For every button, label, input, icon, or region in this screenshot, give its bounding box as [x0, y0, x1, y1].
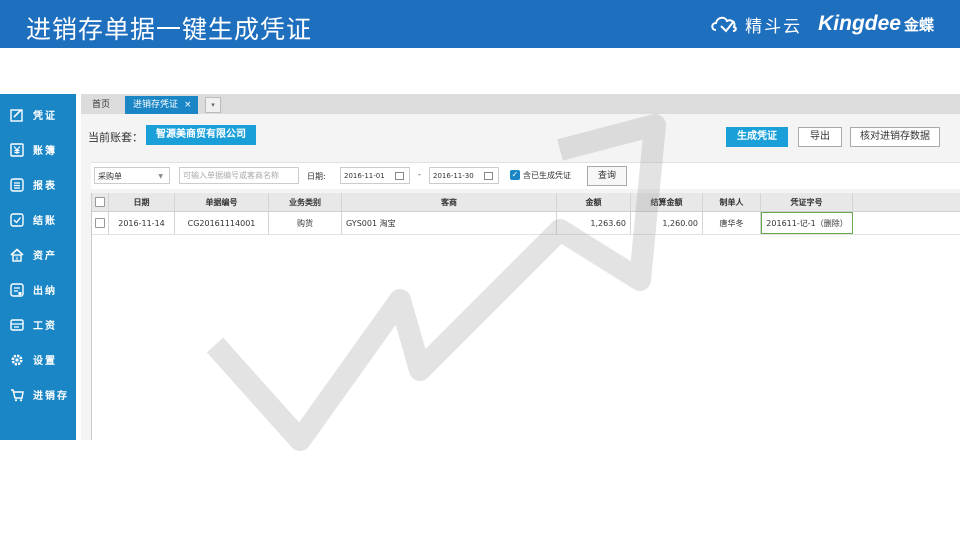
sidebar-item-cashier[interactable]: 出纳	[0, 272, 76, 307]
app-window: 凭证 账簿 报表 结账 ¥ 资产 出纳 工资 设置 进销存 首页 进销存凭证 ×…	[0, 94, 960, 440]
cell-settled: 1,260.00	[631, 212, 703, 234]
date-from-value: 2016-11-01	[344, 172, 385, 180]
table-header: 日期 单据编号 业务类别 客商 金额 结算金额 制单人 凭证字号	[92, 193, 960, 212]
brand-area: 精斗云 Kingdee 金蝶	[709, 12, 934, 37]
include-generated-label: 含已生成凭证	[523, 171, 571, 180]
column-header[interactable]: 单据编号	[175, 193, 269, 211]
yuan-ledger-icon	[10, 142, 24, 157]
sidebar-item-inventory[interactable]: 进销存	[0, 377, 76, 412]
export-button[interactable]: 导出	[798, 127, 842, 147]
sidebar-item-asset[interactable]: ¥ 资产	[0, 237, 76, 272]
sidebar-item-label: 账簿	[33, 146, 57, 157]
column-header[interactable]: 日期	[109, 193, 175, 211]
asset-house-icon: ¥	[10, 247, 24, 262]
doc-type-select[interactable]: 采购单 ▼	[94, 167, 170, 184]
sidebar-item-report[interactable]: 报表	[0, 167, 76, 202]
date-from-field[interactable]: 2016-11-01	[340, 167, 410, 184]
cell-partner: GYS001 淘宝	[342, 212, 557, 234]
data-grid: 日期 单据编号 业务类别 客商 金额 结算金额 制单人 凭证字号 2016-11…	[91, 193, 960, 440]
main-panel: 首页 进销存凭证 × ▾ 当前账套： 智源美商贸有限公司 生成凭证 导出 核对进销…	[81, 94, 960, 440]
sidebar-item-label: 设置	[33, 356, 57, 367]
slide-title: 进销存单据一键生成凭证	[26, 15, 313, 44]
cell-date: 2016-11-14	[109, 212, 175, 234]
calendar-icon[interactable]	[395, 172, 404, 180]
row-checkbox[interactable]	[95, 218, 105, 228]
report-list-icon	[10, 177, 24, 192]
inventory-cart-icon	[10, 388, 24, 402]
cell-doc-no[interactable]: CG20161114001	[175, 212, 269, 234]
column-header[interactable]: 客商	[342, 193, 557, 211]
sidebar: 凭证 账簿 报表 结账 ¥ 资产 出纳 工资 设置 进销存	[0, 94, 76, 440]
date-range-dash: -	[418, 170, 421, 179]
sidebar-item-label: 凭证	[33, 111, 57, 122]
sidebar-item-label: 资产	[33, 251, 57, 262]
select-all-checkbox[interactable]	[95, 197, 105, 207]
sidebar-item-voucher[interactable]: 凭证	[0, 97, 76, 132]
account-label: 当前账套：	[88, 131, 143, 144]
sidebar-item-label: 进销存	[33, 391, 69, 402]
calendar-icon[interactable]	[484, 172, 493, 180]
date-label: 日期:	[307, 172, 326, 181]
sidebar-item-salary[interactable]: 工资	[0, 307, 76, 342]
date-to-value: 2016-11-30	[433, 172, 474, 180]
doc-type-value: 采购单	[98, 172, 122, 181]
cell-voucher-link[interactable]: 201611-记-1（删除）	[761, 212, 853, 234]
svg-text:¥: ¥	[15, 256, 18, 262]
cell-maker: 唐华冬	[703, 212, 761, 234]
sidebar-item-checkout[interactable]: 结账	[0, 202, 76, 237]
generate-voucher-button[interactable]: 生成凭证	[726, 127, 788, 147]
select-all-cell	[92, 193, 109, 211]
sidebar-item-label: 工资	[33, 321, 57, 332]
tab-label: 进销存凭证	[133, 100, 179, 110]
sidebar-item-label: 出纳	[33, 286, 57, 297]
account-name-badge[interactable]: 智源美商贸有限公司	[146, 125, 256, 145]
slide-banner: 进销存单据一键生成凭证 精斗云 Kingdee 金蝶	[0, 0, 960, 48]
brand-name: 精斗云	[745, 16, 803, 37]
filter-bar: 采购单 ▼ 日期: 2016-11-01 - 2016-11-30 ✓ 含已生成…	[91, 162, 960, 189]
close-icon[interactable]: ×	[184, 100, 192, 110]
sidebar-item-ledger[interactable]: 账簿	[0, 132, 76, 167]
column-header[interactable]: 结算金额	[631, 193, 703, 211]
column-header[interactable]: 制单人	[703, 193, 761, 211]
date-to-field[interactable]: 2016-11-30	[429, 167, 499, 184]
tab-home[interactable]: 首页	[84, 96, 118, 114]
tab-bar: 首页 进销存凭证 × ▾	[81, 94, 960, 114]
checkout-icon	[10, 212, 24, 227]
chevron-down-icon: ▼	[158, 173, 163, 180]
sidebar-item-settings[interactable]: 设置	[0, 342, 76, 377]
include-generated-checkbox[interactable]: ✓	[510, 170, 520, 180]
column-header[interactable]: 金额	[557, 193, 631, 211]
salary-icon	[10, 318, 24, 332]
sidebar-item-label: 结账	[33, 216, 57, 227]
column-header[interactable]: 业务类别	[269, 193, 342, 211]
gear-icon	[10, 353, 24, 367]
cashier-icon	[10, 282, 24, 297]
search-input[interactable]	[179, 167, 299, 184]
table-row[interactable]: 2016-11-14 CG20161114001 购货 GYS001 淘宝 1,…	[92, 212, 960, 235]
kingdee-logo: Kingdee	[818, 12, 901, 35]
tab-inventory-voucher[interactable]: 进销存凭证 ×	[125, 96, 198, 114]
row-select-cell	[92, 212, 109, 234]
chevron-down-icon[interactable]: ▾	[205, 97, 221, 113]
column-header[interactable]: 凭证字号	[761, 193, 853, 211]
cell-category: 购货	[269, 212, 342, 234]
cell-amount: 1,263.60	[557, 212, 631, 234]
cloud-icon	[711, 16, 737, 33]
voucher-edit-icon	[10, 108, 24, 122]
sidebar-item-label: 报表	[33, 181, 57, 192]
query-button[interactable]: 查询	[587, 166, 627, 186]
check-inventory-button[interactable]: 核对进销存数据	[850, 127, 940, 147]
kingdee-logo-cn: 金蝶	[903, 15, 934, 34]
